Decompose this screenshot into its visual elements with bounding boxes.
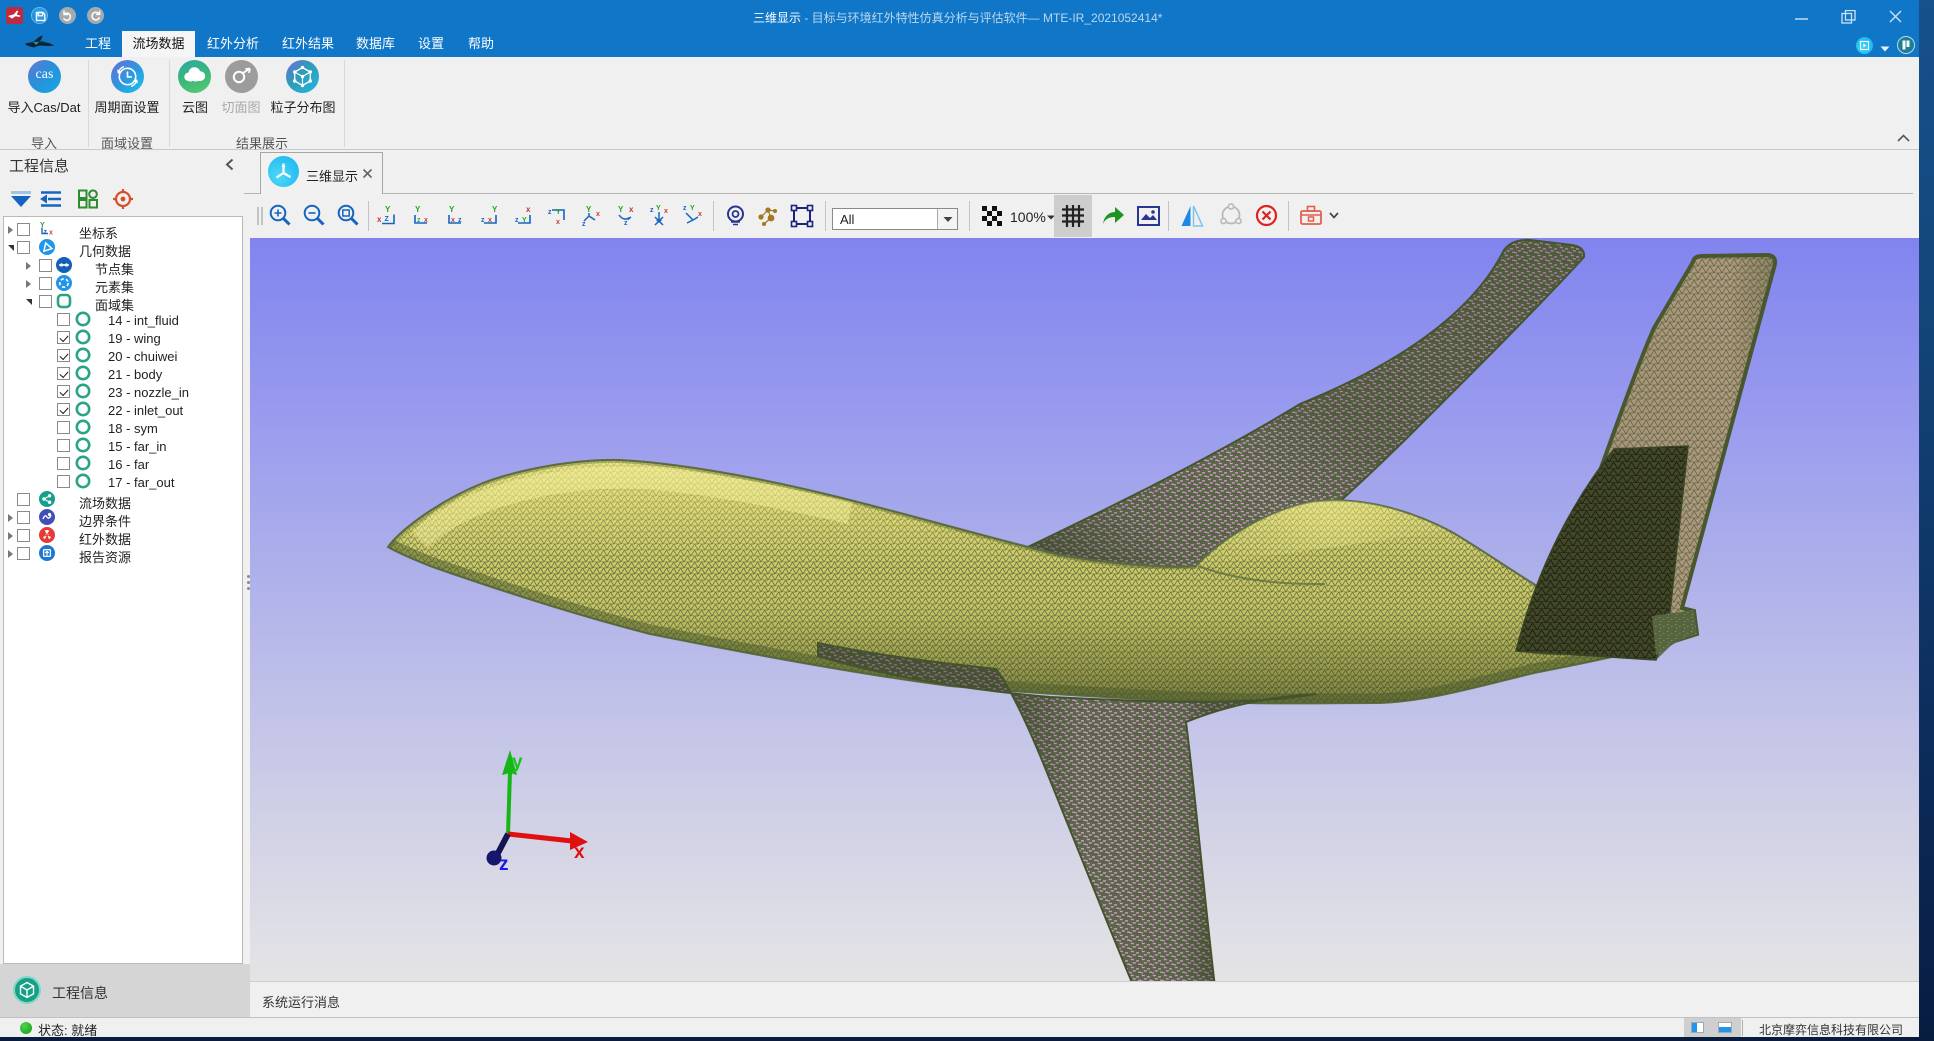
svg-text:z: z bbox=[499, 854, 509, 875]
svg-text:Y: Y bbox=[690, 205, 695, 212]
svg-text:z: z bbox=[458, 217, 462, 224]
svg-text:Y: Y bbox=[492, 205, 498, 214]
svg-text:x: x bbox=[488, 217, 492, 224]
svg-text:z: z bbox=[650, 207, 654, 214]
svg-text:z: z bbox=[683, 205, 687, 212]
svg-text:Y: Y bbox=[556, 209, 561, 216]
svg-text:z: z bbox=[44, 229, 48, 236]
svg-text:z: z bbox=[417, 217, 421, 224]
svg-text:Y: Y bbox=[586, 205, 592, 214]
svg-text:x: x bbox=[629, 205, 634, 214]
svg-text:Y: Y bbox=[449, 205, 455, 214]
svg-text:z: z bbox=[624, 220, 628, 227]
svg-text:x: x bbox=[556, 219, 560, 226]
svg-text:y: y bbox=[512, 752, 523, 773]
svg-text:Y: Y bbox=[618, 205, 624, 214]
svg-text:z: z bbox=[582, 221, 586, 228]
svg-text:z: z bbox=[481, 217, 485, 224]
svg-text:x: x bbox=[377, 215, 382, 224]
svg-text:x: x bbox=[451, 217, 455, 224]
svg-text:Y: Y bbox=[656, 205, 661, 212]
svg-text:x: x bbox=[698, 211, 702, 218]
svg-text:Y: Y bbox=[415, 205, 421, 214]
svg-text:x: x bbox=[664, 208, 668, 215]
svg-text:x: x bbox=[49, 230, 53, 237]
svg-text:x: x bbox=[424, 217, 428, 224]
svg-text:Z: Z bbox=[385, 216, 390, 223]
svg-text:x: x bbox=[596, 211, 600, 218]
svg-text:Y: Y bbox=[522, 217, 527, 224]
svg-text:x: x bbox=[574, 842, 585, 863]
svg-text:x: x bbox=[526, 205, 531, 214]
svg-text:z: z bbox=[515, 217, 519, 224]
svg-text:z: z bbox=[548, 209, 552, 216]
svg-text:Y: Y bbox=[385, 205, 391, 214]
